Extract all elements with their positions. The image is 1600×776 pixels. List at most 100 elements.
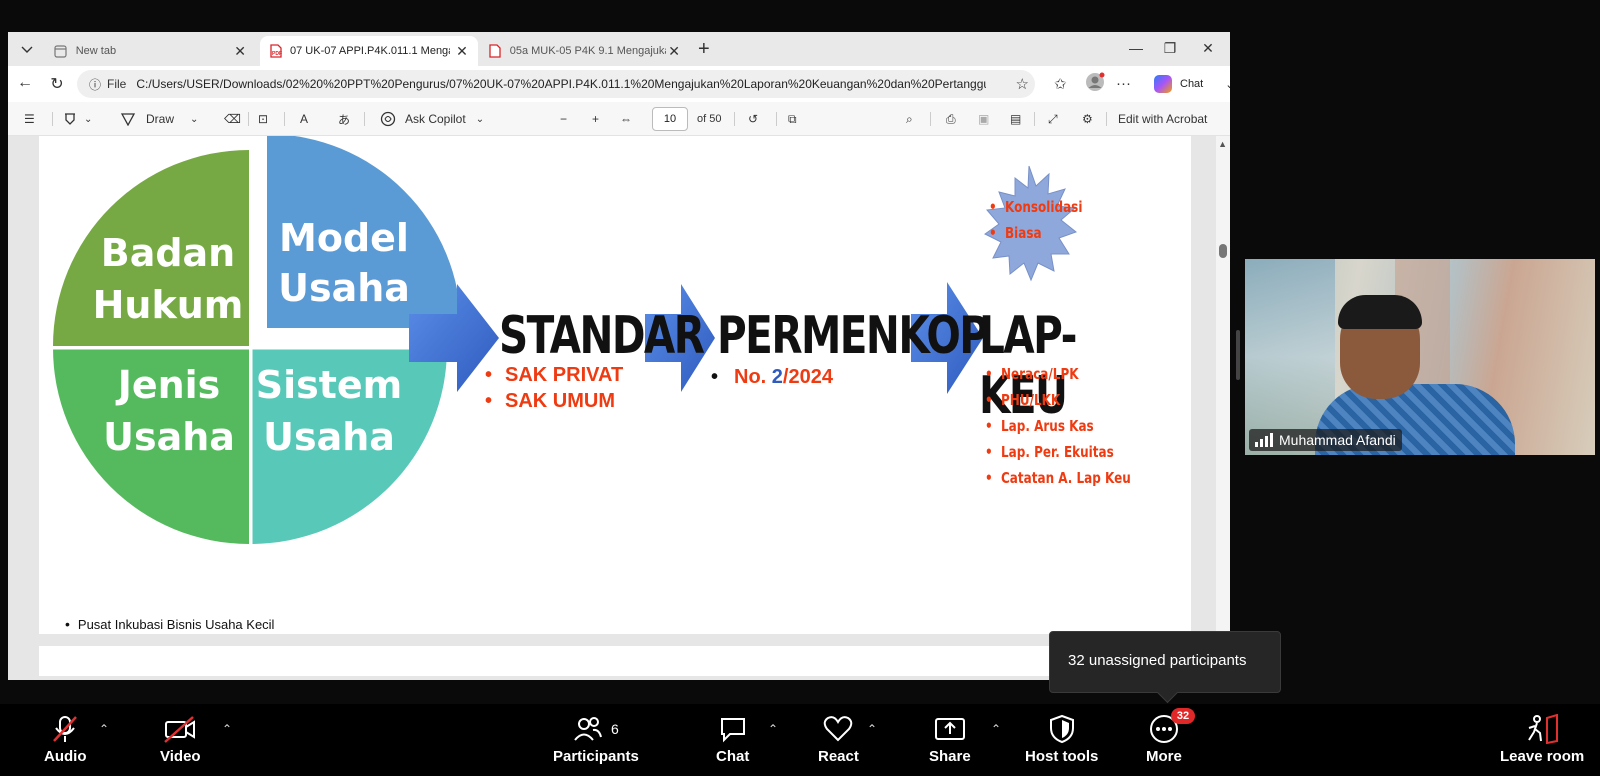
tab-new-tab[interactable]: New tab ✕ xyxy=(46,36,256,66)
fit-page-icon[interactable]: ⇔ xyxy=(620,111,632,127)
address-bar[interactable]: ⓘ File C:/Users/USER/Downloads/02%20%20P… xyxy=(77,70,1035,98)
burst-item: Biasa xyxy=(989,220,1082,246)
tab-active-pdf[interactable]: PDF 07 UK-07 APPI.P4K.011.1 Mengaju ✕ xyxy=(260,36,478,66)
draw-button[interactable]: Draw ⌄ xyxy=(120,111,198,127)
more-button[interactable]: 32 More xyxy=(1146,708,1196,765)
pdf-icon: PDF xyxy=(268,44,282,58)
gallery-scroll-handle[interactable] xyxy=(1236,330,1240,380)
new-tab-button[interactable]: + xyxy=(698,39,710,59)
slide-footnote: Pusat Inkubasi Bisnis Usaha Kecil xyxy=(65,616,275,632)
video-options-icon[interactable]: ⌃ xyxy=(222,722,232,736)
tab-list-button[interactable] xyxy=(14,39,40,61)
more-options-icon[interactable]: ··· xyxy=(1116,75,1131,92)
signal-strength-icon xyxy=(1255,433,1273,447)
participants-icon: 6 xyxy=(573,714,619,744)
burst-item: Konsolidasi xyxy=(989,194,1082,220)
copilot-chat-button[interactable]: Chat ⌄ xyxy=(1154,73,1230,95)
close-icon[interactable]: ✕ xyxy=(454,43,470,60)
share-button[interactable]: Share xyxy=(929,714,971,765)
pie-label-jenis: Jenis xyxy=(115,363,221,407)
page-view-icon[interactable]: ⧉ xyxy=(788,111,797,127)
participant-video-tile[interactable]: Muhammad Afandi xyxy=(1245,259,1595,455)
pie-label-badan: Badan xyxy=(101,231,236,275)
close-icon[interactable]: ✕ xyxy=(232,43,248,60)
read-aloud-icon[interactable]: A xyxy=(300,111,308,127)
share-label: Share xyxy=(929,748,971,765)
print-icon[interactable]: ⎙ xyxy=(946,111,956,127)
fullscreen-icon[interactable]: ⤢ xyxy=(1048,111,1058,127)
unassigned-participants-tooltip: 32 unassigned participants xyxy=(1049,631,1281,693)
chat-button[interactable]: Chat xyxy=(716,714,749,765)
chat-options-icon[interactable]: ⌃ xyxy=(768,722,778,736)
separator xyxy=(734,112,735,126)
audio-options-icon[interactable]: ⌃ xyxy=(99,722,109,736)
profile-avatar[interactable] xyxy=(1085,72,1105,96)
zoom-out-icon[interactable]: − xyxy=(560,111,567,127)
chevron-down-icon: ⌄ xyxy=(475,113,485,125)
video-label: Video xyxy=(160,748,201,765)
pie-label-sistem: Sistem xyxy=(256,363,403,407)
contents-icon[interactable]: ☰ xyxy=(24,111,35,127)
edit-with-acrobat-button[interactable]: Edit with Acrobat xyxy=(1118,111,1207,127)
close-icon[interactable]: ✕ xyxy=(666,43,682,60)
refresh-icon[interactable]: ↻ xyxy=(46,74,68,94)
highlight-icon[interactable]: ⌄ xyxy=(62,111,92,127)
page-icon xyxy=(54,44,68,58)
pdf-toolbar: ☰ ⌄ Draw ⌄ ⌫ ⊡ A あ Ask Copilot ⌄ − + ⇔ 1… xyxy=(8,102,1230,136)
scroll-thumb[interactable] xyxy=(1219,244,1227,258)
info-icon[interactable]: ⓘ xyxy=(89,76,101,93)
page-total: of 50 xyxy=(697,113,722,125)
chat-label: Chat xyxy=(716,748,750,765)
tab-title: New tab xyxy=(75,45,117,57)
search-icon[interactable]: ⌕ xyxy=(906,111,913,127)
tab-pdf-2[interactable]: 05a MUK-05 P4K 9.1 Mengajukan ✕ xyxy=(480,36,690,66)
react-button[interactable]: React xyxy=(818,714,859,765)
text-box-icon[interactable]: ⊡ xyxy=(258,111,268,127)
participants-button[interactable]: 6 Participants xyxy=(553,714,639,765)
favorites-icon[interactable]: ✩ xyxy=(1054,75,1067,93)
lapkeu-item: Lap. Arus Kas xyxy=(985,413,1131,439)
host-tools-button[interactable]: Host tools xyxy=(1025,714,1098,765)
audio-button[interactable]: Audio xyxy=(44,714,87,765)
mic-muted-icon xyxy=(50,714,80,744)
pie-label-usaha-2: Usaha xyxy=(103,415,235,459)
scroll-up-icon[interactable]: ▲ xyxy=(1218,139,1227,149)
rotate-icon[interactable]: ↺ xyxy=(748,111,758,127)
more-badge: 32 xyxy=(1170,708,1196,724)
permenkop-prefix: No. xyxy=(734,366,767,388)
react-options-icon[interactable]: ⌃ xyxy=(867,722,877,736)
separator xyxy=(776,112,777,126)
ask-copilot-button[interactable]: Ask Copilot ⌄ xyxy=(380,111,484,127)
standar-item: SAK PRIVAT xyxy=(485,362,623,388)
browser-window: New tab ✕ PDF 07 UK-07 APPI.P4K.011.1 Me… xyxy=(8,32,1230,680)
permenkop-line: • No. 2/2024 xyxy=(711,366,833,388)
pie-label-usaha-3: Usaha xyxy=(263,415,395,459)
share-options-icon[interactable]: ⌃ xyxy=(991,722,1001,736)
leave-room-button[interactable]: Leave room xyxy=(1500,714,1584,765)
pdf-icon xyxy=(488,44,502,58)
save-as-icon[interactable]: ▤ xyxy=(1010,111,1021,127)
settings-gear-icon[interactable]: ⚙ xyxy=(1082,111,1093,127)
favorite-star-icon[interactable]: ☆ xyxy=(1016,75,1029,93)
minimize-icon[interactable]: — xyxy=(1126,40,1146,56)
host-tools-label: Host tools xyxy=(1025,748,1099,765)
eraser-icon[interactable]: ⌫ xyxy=(224,111,241,127)
page-number-input[interactable]: 10 xyxy=(652,107,688,131)
tab-title: 07 UK-07 APPI.P4K.011.1 Mengaju xyxy=(290,45,450,57)
video-button[interactable]: Video xyxy=(160,714,201,765)
more-dots-icon: 32 xyxy=(1149,708,1196,744)
svg-text:PDF: PDF xyxy=(272,51,282,57)
restore-icon[interactable]: ❐ xyxy=(1160,40,1180,57)
zoom-in-icon[interactable]: + xyxy=(592,111,599,127)
separator xyxy=(930,112,931,126)
pdf-viewer[interactable]: Badan Hukum Model Usaha Jenis Usaha Sist… xyxy=(8,136,1230,680)
participant-name: Muhammad Afandi xyxy=(1279,432,1396,448)
translate-icon[interactable]: あ xyxy=(338,111,350,127)
screen: New tab ✕ PDF 07 UK-07 APPI.P4K.011.1 Me… xyxy=(0,0,1600,776)
back-icon[interactable]: ← xyxy=(14,74,36,92)
pdf-scrollbar[interactable]: ▲ xyxy=(1216,136,1230,680)
save-icon[interactable]: ▣ xyxy=(978,111,989,127)
lapkeu-item: PHU/LKK xyxy=(985,387,1131,413)
separator xyxy=(1034,112,1035,126)
close-window-icon[interactable]: ✕ xyxy=(1198,40,1218,57)
